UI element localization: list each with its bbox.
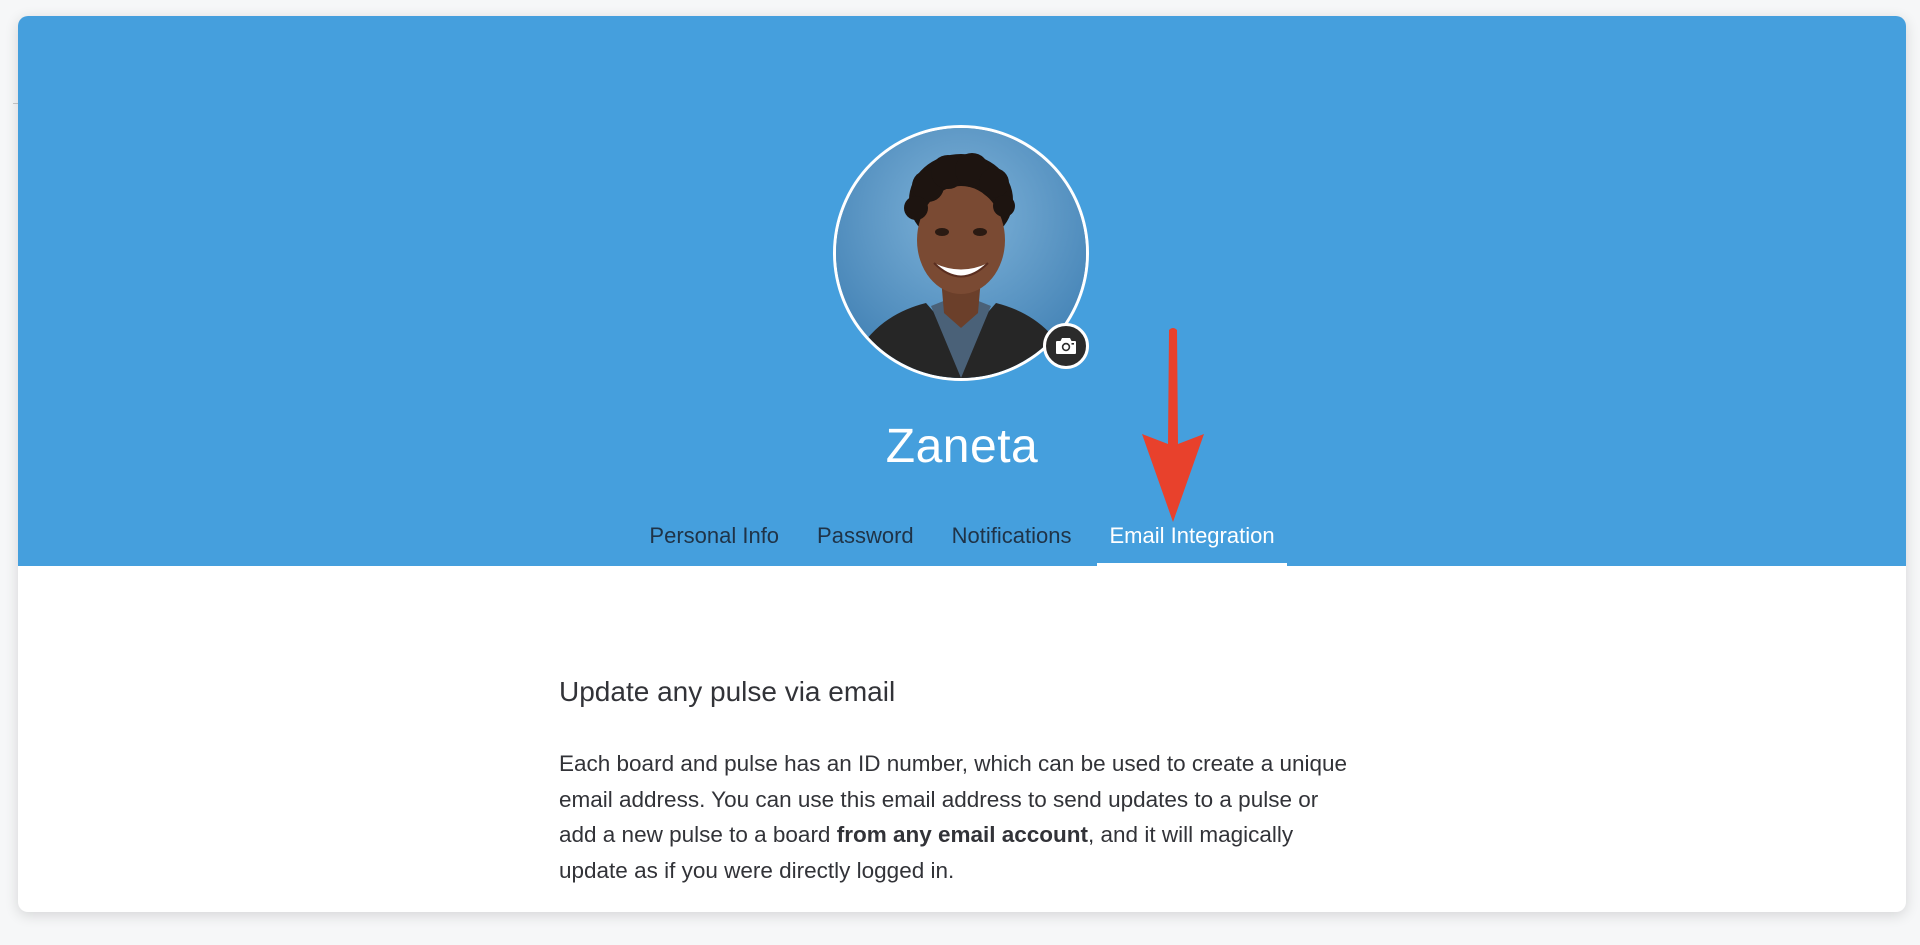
section-description: Each board and pulse has an ID number, w… xyxy=(559,746,1359,888)
email-integration-section: Update any pulse via email Each board an… xyxy=(559,676,1359,888)
camera-icon xyxy=(1056,338,1076,354)
tab-notifications[interactable]: Notifications xyxy=(940,524,1084,566)
change-photo-button[interactable] xyxy=(1043,323,1089,369)
profile-card: Zaneta Personal Info Password Notificati… xyxy=(18,16,1906,912)
profile-header: Zaneta Personal Info Password Notificati… xyxy=(18,16,1906,566)
profile-tabs: Personal Info Password Notifications Ema… xyxy=(18,524,1906,566)
avatar-container xyxy=(833,125,1089,381)
tab-personal-info[interactable]: Personal Info xyxy=(637,524,791,566)
section-title: Update any pulse via email xyxy=(559,676,896,707)
tab-password[interactable]: Password xyxy=(805,524,926,566)
tab-email-integration[interactable]: Email Integration xyxy=(1097,524,1287,566)
profile-name: Zaneta xyxy=(885,420,1039,473)
description-emphasis: from any email account xyxy=(836,822,1089,847)
arrow-down-icon xyxy=(1142,328,1204,522)
